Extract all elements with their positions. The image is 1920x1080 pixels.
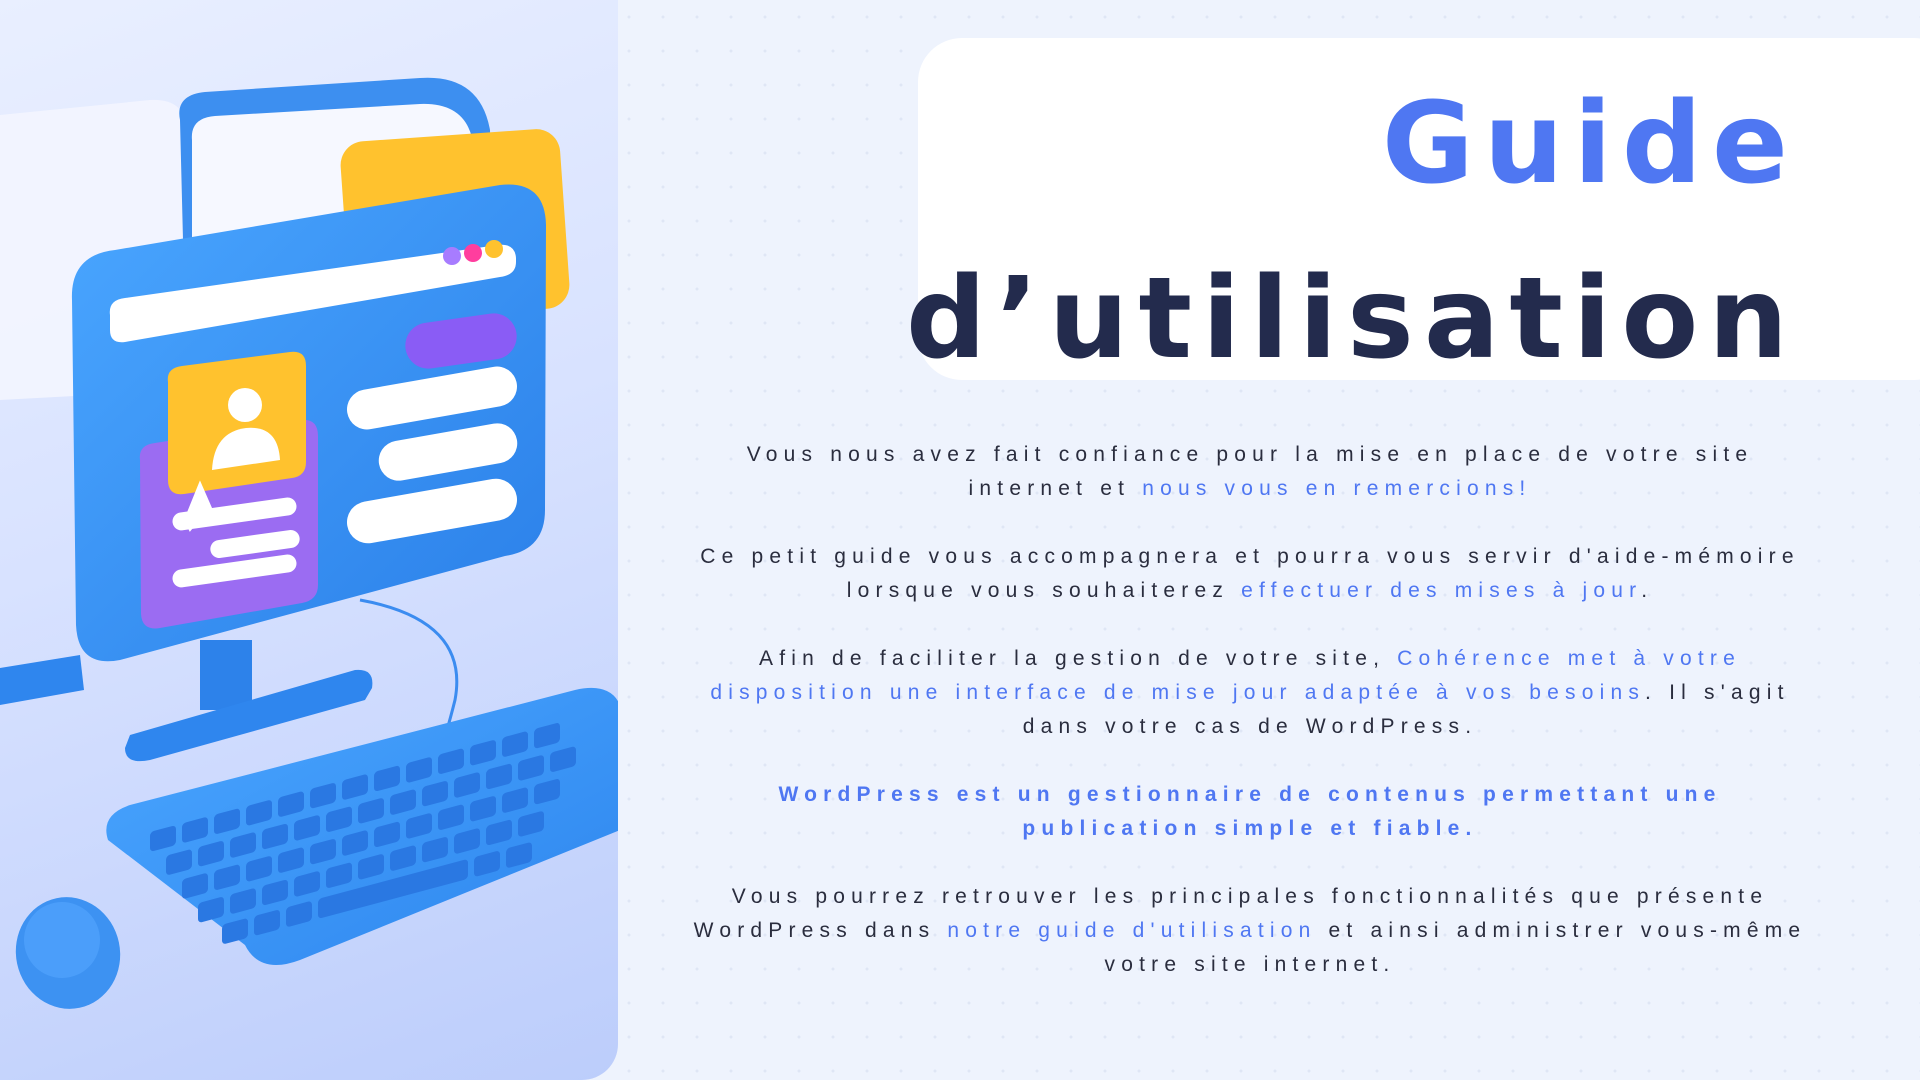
title-card: Guide d’utilisation xyxy=(906,38,1920,380)
page-title-guide: Guide xyxy=(1381,79,1798,209)
paragraph-text: Afin de faciliter la gestion de votre si… xyxy=(759,647,1398,670)
user-icon xyxy=(228,388,262,422)
monitor xyxy=(71,184,547,662)
paragraph-memo: Ce petit guide vous accompagnera et pour… xyxy=(690,540,1810,608)
computer-illustration xyxy=(0,77,618,1009)
highlight-text: nous vous en remercions! xyxy=(1142,477,1532,500)
paragraph-guide: Vous pourrez retrouver les principales f… xyxy=(690,880,1810,982)
highlight-text: effectuer des mises à jour xyxy=(1241,579,1642,602)
page-title-utilisation: d’utilisation xyxy=(905,254,1798,384)
highlight-bold-text: WordPress est un gestionnaire de contenu… xyxy=(778,783,1722,840)
monitor-stand xyxy=(125,640,373,762)
paragraph-text: . xyxy=(1641,579,1654,602)
mouse xyxy=(15,897,121,1009)
paragraph-interface: Afin de faciliter la gestion de votre si… xyxy=(690,642,1810,744)
window-dot-icon xyxy=(443,247,461,265)
window-dot-icon xyxy=(464,244,482,262)
paragraph-thanks: Vous nous avez fait confiance pour la mi… xyxy=(690,438,1810,506)
highlight-text: notre guide d'utilisation xyxy=(947,919,1317,942)
paragraph-wordpress: WordPress est un gestionnaire de contenu… xyxy=(690,778,1810,846)
intro-text: Vous nous avez fait confiance pour la mi… xyxy=(690,438,1810,1016)
window-dot-icon xyxy=(485,240,503,258)
hero-illustration xyxy=(0,0,618,1080)
avatar-card xyxy=(167,351,306,495)
